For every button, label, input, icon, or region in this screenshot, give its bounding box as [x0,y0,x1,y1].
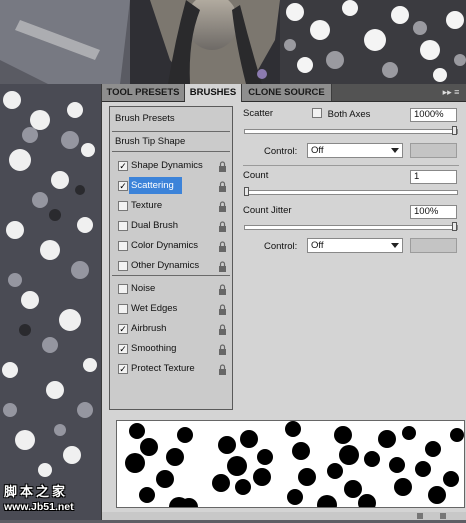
panel-menu-icon[interactable]: ▸▸ ≡ [440,85,462,99]
brush-tip-shape-item[interactable]: Brush Tip Shape [115,136,185,147]
brush-stroke-preview [116,420,465,508]
option-label: Noise [131,283,156,294]
brushes-panel: TOOL PRESETS BRUSHES CLONE SOURCE ▸▸ ≡ B… [101,84,466,520]
option-item[interactable]: Dual Brush [110,216,232,235]
option-item[interactable]: Color Dynamics [110,236,232,255]
option-item[interactable]: Other Dynamics [110,256,232,275]
panel-footer-icon[interactable] [417,513,423,519]
count-value-field[interactable]: 1 [410,170,457,184]
lock-icon[interactable] [218,343,227,355]
count-jitter-control-value: Off [311,240,324,251]
option-checkbox[interactable]: ✓ [118,344,128,354]
option-item[interactable]: Wet Edges [110,299,232,318]
tab-brushes[interactable]: BRUSHES [185,84,242,102]
option-label: Scattering [129,177,182,194]
option-checkbox[interactable] [118,201,128,211]
scatter-label: Scatter [243,108,274,119]
scatter-slider-track[interactable] [244,129,458,134]
scatter-value-field[interactable]: 1000% [410,108,457,122]
lock-icon[interactable] [218,220,227,232]
panel-bottom-bar [102,512,466,520]
divider [112,131,230,132]
count-jitter-slider-thumb[interactable] [452,222,457,231]
option-label: Airbrush [131,323,167,334]
watermark: 脚本之家 www.Jb51.net [2,481,92,517]
option-checkbox[interactable]: ✓ [118,161,128,171]
option-item[interactable]: ✓ Shape Dynamics [110,156,232,175]
new-brush-icon[interactable] [440,513,446,519]
lock-icon[interactable] [218,160,227,172]
tab-clone-source[interactable]: CLONE SOURCE [242,84,332,101]
divider [112,275,230,276]
count-jitter-control-disabled-field [410,238,457,253]
option-item[interactable]: Noise [110,279,232,298]
lock-icon[interactable] [218,260,227,272]
count-jitter-value-field[interactable]: 100% [410,205,457,219]
option-checkbox[interactable] [118,284,128,294]
chevron-down-icon [391,243,399,248]
divider [112,151,230,152]
option-label: Other Dynamics [131,260,200,271]
both-axes-label: Both Axes [327,109,371,120]
option-checkbox[interactable]: ✓ [118,364,128,374]
count-jitter-control-select[interactable]: Off [307,238,403,253]
scatter-control-select[interactable]: Off [307,143,403,158]
option-item[interactable]: ✓ Smoothing [110,339,232,358]
scatter-control-disabled-field [410,143,457,158]
option-item[interactable]: ✓ Airbrush [110,319,232,338]
option-checkbox[interactable]: ✓ [118,324,128,334]
option-checkbox[interactable] [118,304,128,314]
option-label: Smoothing [131,343,177,354]
watermark-line1: 脚本之家 [4,484,69,499]
count-label: Count [243,170,269,181]
lock-icon[interactable] [218,323,227,335]
option-label: Texture [131,200,163,211]
brush-presets-button[interactable]: Brush Presets [115,113,175,124]
lock-icon[interactable] [218,363,227,375]
brush-options-list: Brush Presets Brush Tip Shape ✓ Shape Dyn… [109,106,233,410]
count-slider-thumb[interactable] [244,187,249,196]
option-label: Color Dynamics [131,240,199,251]
tab-tool-presets[interactable]: TOOL PRESETS [102,84,185,101]
lock-icon[interactable] [218,303,227,315]
option-label: Wet Edges [131,303,178,314]
lock-icon[interactable] [218,240,227,252]
scatter-control-label: Control: [264,146,298,157]
panel-tab-bar: TOOL PRESETS BRUSHES CLONE SOURCE ▸▸ ≡ [102,84,466,102]
scatter-slider-thumb[interactable] [452,126,457,135]
option-checkbox[interactable] [118,241,128,251]
option-checkbox[interactable] [118,221,128,231]
option-item[interactable]: ✓ Protect Texture [110,359,232,378]
brush-preview-image [125,421,464,507]
option-item[interactable]: ✓ Scattering [110,176,232,195]
count-jitter-slider-track[interactable] [244,225,458,230]
watermark-line2: www.Jb51.net [4,501,74,513]
option-checkbox[interactable] [118,261,128,271]
lock-icon[interactable] [218,200,227,212]
panel-footer-icons [417,513,446,519]
option-item[interactable]: Texture [110,196,232,215]
scatter-control-value: Off [311,145,324,156]
lock-icon[interactable] [218,180,227,192]
option-label: Dual Brush [131,220,178,231]
count-jitter-label: Count Jitter [243,205,292,216]
lock-icon[interactable] [218,283,227,295]
option-label: Shape Dynamics [131,160,203,171]
option-checkbox[interactable]: ✓ [118,181,128,191]
both-axes-checkbox[interactable]: Both Axes [312,108,370,120]
count-slider-track[interactable] [244,190,458,195]
divider [243,165,459,166]
option-label: Protect Texture [131,363,195,374]
count-jitter-control-label: Control: [264,241,298,252]
chevron-down-icon [391,148,399,153]
